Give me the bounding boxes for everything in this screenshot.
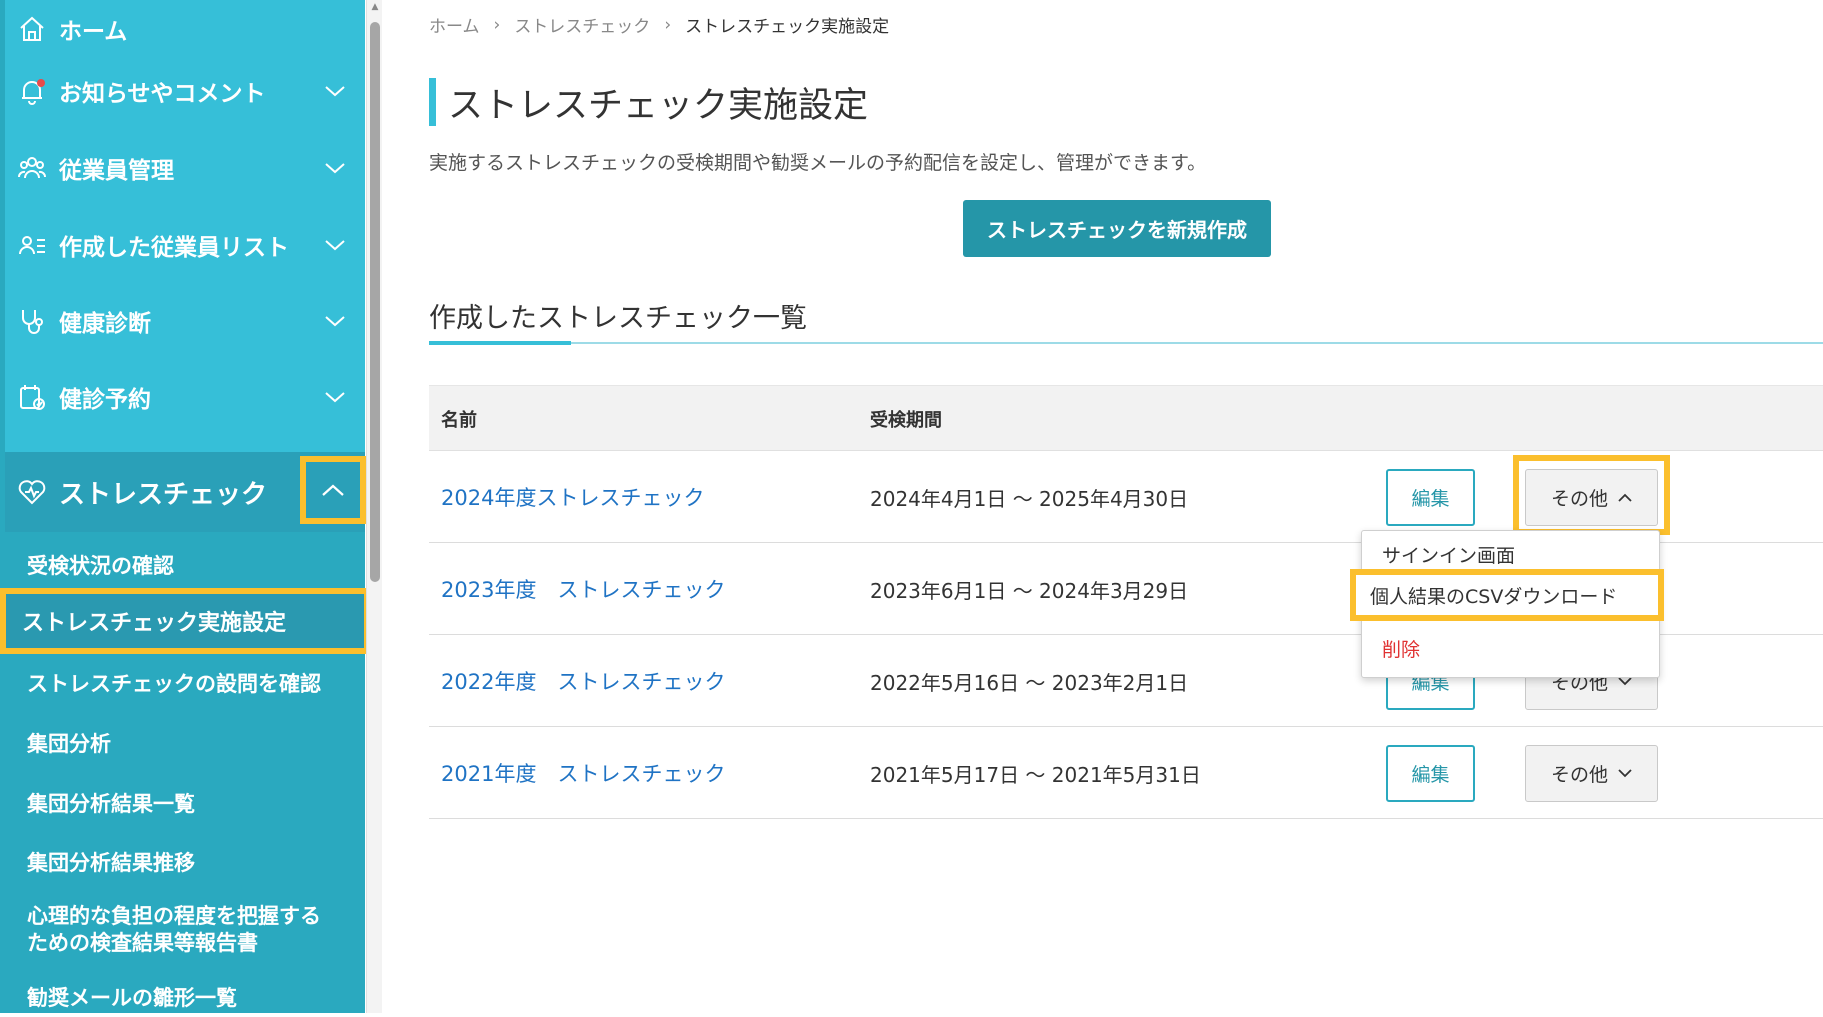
breadcrumb-separator: › <box>493 14 501 35</box>
chevron-up-icon <box>1618 493 1632 502</box>
other-button-label: その他 <box>1550 488 1608 510</box>
menu-item-signin-screen[interactable]: サインイン画面 <box>1382 541 1515 568</box>
scrollbar-thumb[interactable] <box>370 22 380 582</box>
chevron-down-icon <box>1618 677 1632 686</box>
submenu-group-analysis-trends[interactable]: 集団分析結果推移 <box>5 837 365 887</box>
heading-divider-accent <box>429 341 571 345</box>
users-icon <box>15 151 49 185</box>
other-menu-button[interactable]: その他 <box>1525 745 1658 802</box>
sidebar-item-label: 従業員管理 <box>59 158 174 184</box>
edit-button[interactable]: 編集 <box>1386 745 1475 802</box>
highlight-frame: 個人結果のCSVダウンロード <box>1350 569 1664 621</box>
heading-divider <box>429 342 1823 344</box>
other-menu-button[interactable]: その他 <box>1525 469 1658 526</box>
breadcrumb: ホーム › ストレスチェック › ストレスチェック実施設定 <box>429 12 890 38</box>
table-header: 名前 受検期間 <box>429 385 1823 451</box>
heart-icon <box>15 475 49 509</box>
sidebar-item-employee-lists[interactable]: 作成した従業員リスト <box>5 207 365 283</box>
chevron-up-icon[interactable] <box>300 456 366 524</box>
submenu-group-analysis[interactable]: 集団分析 <box>5 718 365 768</box>
chevron-down-icon[interactable] <box>321 154 349 182</box>
other-button-label: その他 <box>1550 764 1608 786</box>
scroll-up-icon[interactable]: ▲ <box>369 2 381 12</box>
page-description: 実施するストレスチェックの受検期間や勧奨メールの予約配信を設定し、管理ができます… <box>429 152 1207 174</box>
submenu-exam-status[interactable]: 受検状況の確認 <box>5 540 365 590</box>
stress-check-name-link[interactable]: 2021年度 ストレスチェック <box>441 727 725 819</box>
sidebar-item-label: お知らせやコメント <box>59 81 266 107</box>
menu-item-delete[interactable]: 削除 <box>1382 635 1420 662</box>
submenu-reminder-templates[interactable]: 勧奨メールの雛形一覧 <box>5 977 365 1017</box>
edit-button[interactable]: 編集 <box>1386 469 1475 526</box>
page-title: ストレスチェック実施設定 <box>429 78 868 126</box>
sidebar-item-label: 作成した従業員リスト <box>59 235 289 261</box>
stress-check-name-link[interactable]: 2023年度 ストレスチェック <box>441 543 725 635</box>
create-stress-check-button[interactable]: ストレスチェックを新規作成 <box>963 200 1271 257</box>
main-content: ホーム › ストレスチェック › ストレスチェック実施設定 ストレスチェック実施… <box>383 0 1823 1013</box>
sidebar-scrollbar[interactable]: ▲ <box>366 0 382 1013</box>
submenu-report-line1[interactable]: 心理的な負担の程度を把握する <box>5 901 365 929</box>
stethoscope-icon <box>15 304 49 338</box>
stress-check-name-link[interactable]: 2022年度 ストレスチェック <box>441 635 725 727</box>
sidebar-item-employees[interactable]: 従業員管理 <box>5 130 365 206</box>
sidebar-item-checkup-reservation[interactable]: 健診予約 <box>5 359 365 435</box>
sidebar-item-notifications[interactable]: お知らせやコメント <box>5 53 365 129</box>
breadcrumb-home[interactable]: ホーム <box>429 12 480 37</box>
submenu-report-line2[interactable]: ための検査結果等報告書 <box>5 928 365 956</box>
chevron-down-icon <box>1618 769 1632 778</box>
sidebar-item-label: ホーム <box>59 19 128 45</box>
breadcrumb-current: ストレスチェック実施設定 <box>685 17 890 37</box>
chevron-down-icon[interactable] <box>321 231 349 259</box>
breadcrumb-separator: › <box>664 14 672 35</box>
other-dropdown-menu: サインイン画面 個人結果のCSVダウンロード 削除 <box>1350 530 1664 678</box>
exam-period: 2021年5月17日 〜 2021年5月31日 <box>870 762 1201 787</box>
sidebar-item-health-checkup[interactable]: 健康診断 <box>5 283 365 359</box>
sidebar-item-label: 健康診断 <box>59 311 151 337</box>
sidebar: ホーム お知らせやコメント 従業員管理 作成した従業員リスト 健康診断 健診予約… <box>0 0 370 1013</box>
submenu-check-questions[interactable]: ストレスチェックの設問を確認 <box>5 658 365 708</box>
chevron-down-icon[interactable] <box>321 383 349 411</box>
sidebar-item-label: ストレスチェック <box>59 479 268 510</box>
sidebar-item-label: 健診予約 <box>59 387 151 413</box>
column-header-period: 受検期間 <box>870 410 942 431</box>
home-icon <box>15 12 49 46</box>
exam-period: 2024年4月1日 〜 2025年4月30日 <box>870 486 1189 511</box>
chevron-down-icon[interactable] <box>321 77 349 105</box>
exam-period: 2022年5月16日 〜 2023年2月1日 <box>870 670 1189 695</box>
calendar-check-icon <box>15 380 49 414</box>
user-list-icon <box>15 228 49 262</box>
table-row: 2021年度 ストレスチェック 2021年5月17日 〜 2021年5月31日 … <box>429 727 1823 819</box>
list-heading: 作成したストレスチェック一覧 <box>429 303 807 334</box>
exam-period: 2023年6月1日 〜 2024年3月29日 <box>870 578 1189 603</box>
chevron-down-icon[interactable] <box>321 307 349 335</box>
stress-check-name-link[interactable]: 2024年度ストレスチェック <box>441 451 704 543</box>
submenu-group-analysis-results[interactable]: 集団分析結果一覧 <box>5 778 365 828</box>
submenu-stress-check-settings[interactable]: ストレスチェック実施設定 <box>0 588 370 654</box>
stress-check-submenu: 受検状況の確認 ストレスチェック実施設定 ストレスチェックの設問を確認 集団分析… <box>0 532 370 1013</box>
column-header-name: 名前 <box>441 410 477 431</box>
sidebar-item-stress-check[interactable]: ストレスチェック <box>5 452 366 532</box>
breadcrumb-stress-check[interactable]: ストレスチェック <box>514 12 650 37</box>
menu-item-csv-download[interactable]: 個人結果のCSVダウンロード <box>1370 575 1617 615</box>
bell-icon <box>15 74 49 108</box>
